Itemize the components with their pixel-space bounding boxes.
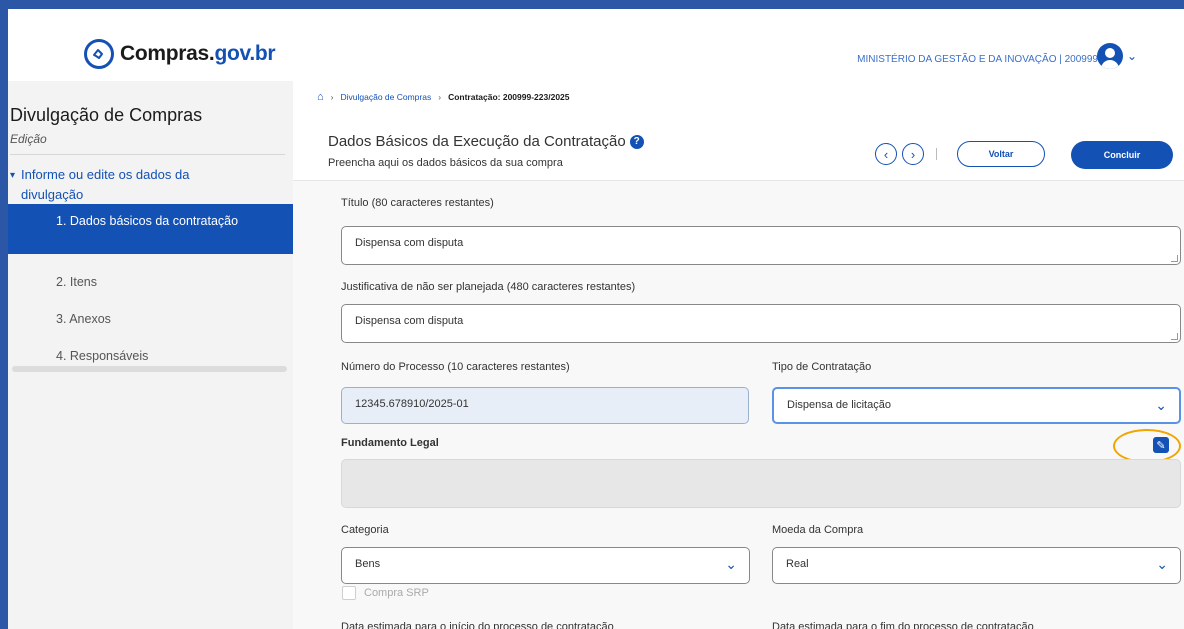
sidebar-item-label: 3. Anexos bbox=[56, 312, 111, 326]
tipo-select-value: Dispensa de licitação bbox=[787, 399, 891, 411]
sidebar-divider bbox=[10, 154, 285, 155]
divider bbox=[936, 148, 937, 160]
breadcrumb-current: Contratação: 200999-223/2025 bbox=[448, 92, 570, 102]
app-window: Compras.gov.br MINISTÉRIO DA GESTÃO E DA… bbox=[8, 9, 1184, 629]
previous-step-button[interactable]: ‹ bbox=[875, 143, 897, 165]
home-icon[interactable]: ⌂ bbox=[317, 91, 324, 103]
main-content: ⌂ › Divulgação de Compras › Contratação:… bbox=[293, 81, 1184, 629]
logo[interactable]: Compras.gov.br bbox=[84, 39, 276, 69]
chevron-down-icon: ⌄ bbox=[1156, 556, 1168, 572]
page-header: Dados Básicos da Execução da Contratação… bbox=[293, 109, 1184, 181]
logo-icon bbox=[84, 39, 114, 69]
chevron-down-icon: ⌄ bbox=[725, 556, 737, 572]
sidebar-subtitle: Edição bbox=[10, 132, 47, 146]
sidebar-item-label: 1. Dados básicos da contratação bbox=[56, 214, 239, 228]
sidebar-item-itens[interactable]: 2. Itens bbox=[8, 274, 293, 290]
categoria-select[interactable]: Bens ⌄ bbox=[341, 547, 750, 584]
logo-text: Compras.gov.br bbox=[120, 42, 276, 65]
page-title: Dados Básicos da Execução da Contratação… bbox=[328, 133, 644, 150]
help-icon[interactable]: ? bbox=[629, 134, 644, 149]
sidebar-item-label: 4. Responsáveis bbox=[56, 349, 149, 363]
sidebar-section-label: Informe ou edite os dados da divulgação bbox=[21, 167, 190, 202]
breadcrumb: ⌂ › Divulgação de Compras › Contratação:… bbox=[317, 91, 570, 103]
justificativa-field[interactable]: Dispensa com disputa bbox=[341, 304, 1181, 343]
chevron-down-icon: ▾ bbox=[10, 170, 16, 181]
srp-checkbox[interactable] bbox=[342, 586, 356, 600]
avatar[interactable] bbox=[1097, 43, 1123, 69]
fundamento-field bbox=[341, 459, 1181, 508]
justificativa-label: Justificativa de não ser planejada (480 … bbox=[341, 281, 636, 293]
next-step-button[interactable]: › bbox=[902, 143, 924, 165]
top-header: Compras.gov.br MINISTÉRIO DA GESTÃO E DA… bbox=[8, 9, 1184, 81]
finish-button[interactable]: Concluir bbox=[1071, 141, 1173, 169]
sidebar-item-anexos[interactable]: 3. Anexos bbox=[8, 311, 293, 327]
processo-label: Número do Processo (10 caracteres restan… bbox=[341, 361, 570, 373]
sidebar-item-label: 2. Itens bbox=[56, 275, 97, 289]
page-description: Preencha aqui os dados básicos da sua co… bbox=[328, 157, 563, 169]
sidebar-title: Divulgação de Compras bbox=[10, 105, 203, 125]
ministry-label[interactable]: MINISTÉRIO DA GESTÃO E DA INOVAÇÃO | 200… bbox=[857, 54, 1098, 65]
tipo-select[interactable]: Dispensa de licitação ⌄ bbox=[772, 387, 1181, 424]
moeda-label: Moeda da Compra bbox=[772, 524, 864, 536]
back-button[interactable]: Voltar bbox=[957, 141, 1045, 167]
breadcrumb-separator: › bbox=[330, 92, 334, 102]
titulo-label: Título (80 caracteres restantes) bbox=[341, 197, 494, 209]
processo-field[interactable]: 12345.678910/2025-01 bbox=[341, 387, 749, 424]
fundamento-label: Fundamento Legal bbox=[341, 437, 439, 449]
srp-label: Compra SRP bbox=[364, 587, 429, 599]
highlight-annotation bbox=[1113, 429, 1181, 463]
sidebar-scrollbar[interactable] bbox=[12, 366, 287, 372]
page-title-text: Dados Básicos da Execução da Contratação bbox=[328, 133, 626, 150]
moeda-select[interactable]: Real ⌄ bbox=[772, 547, 1181, 584]
tipo-label: Tipo de Contratação bbox=[772, 361, 872, 373]
titulo-field[interactable]: Dispensa com disputa bbox=[341, 226, 1181, 265]
form-area: Título (80 caracteres restantes) Dispens… bbox=[293, 181, 1184, 629]
moeda-select-value: Real bbox=[786, 558, 809, 570]
breadcrumb-separator: › bbox=[438, 92, 442, 102]
chevron-down-icon[interactable]: ⌄ bbox=[1127, 49, 1137, 63]
sidebar-item-responsaveis[interactable]: 4. Responsáveis bbox=[8, 348, 293, 364]
sidebar-section-toggle[interactable]: ▾ Informe ou edite os dados da divulgaçã… bbox=[10, 165, 230, 205]
data-fim-label: Data estimada para o fim do processo de … bbox=[772, 621, 1034, 629]
chevron-down-icon: ⌄ bbox=[1155, 397, 1167, 413]
sidebar: Divulgação de Compras Edição ▾ Informe o… bbox=[8, 81, 293, 629]
sidebar-item-dados-basicos[interactable]: 1. Dados básicos da contratação bbox=[8, 204, 293, 254]
breadcrumb-item[interactable]: Divulgação de Compras bbox=[341, 92, 432, 102]
categoria-select-value: Bens bbox=[355, 558, 381, 570]
categoria-label: Categoria bbox=[341, 524, 389, 536]
data-inicio-label: Data estimada para o início do processo … bbox=[341, 621, 614, 629]
